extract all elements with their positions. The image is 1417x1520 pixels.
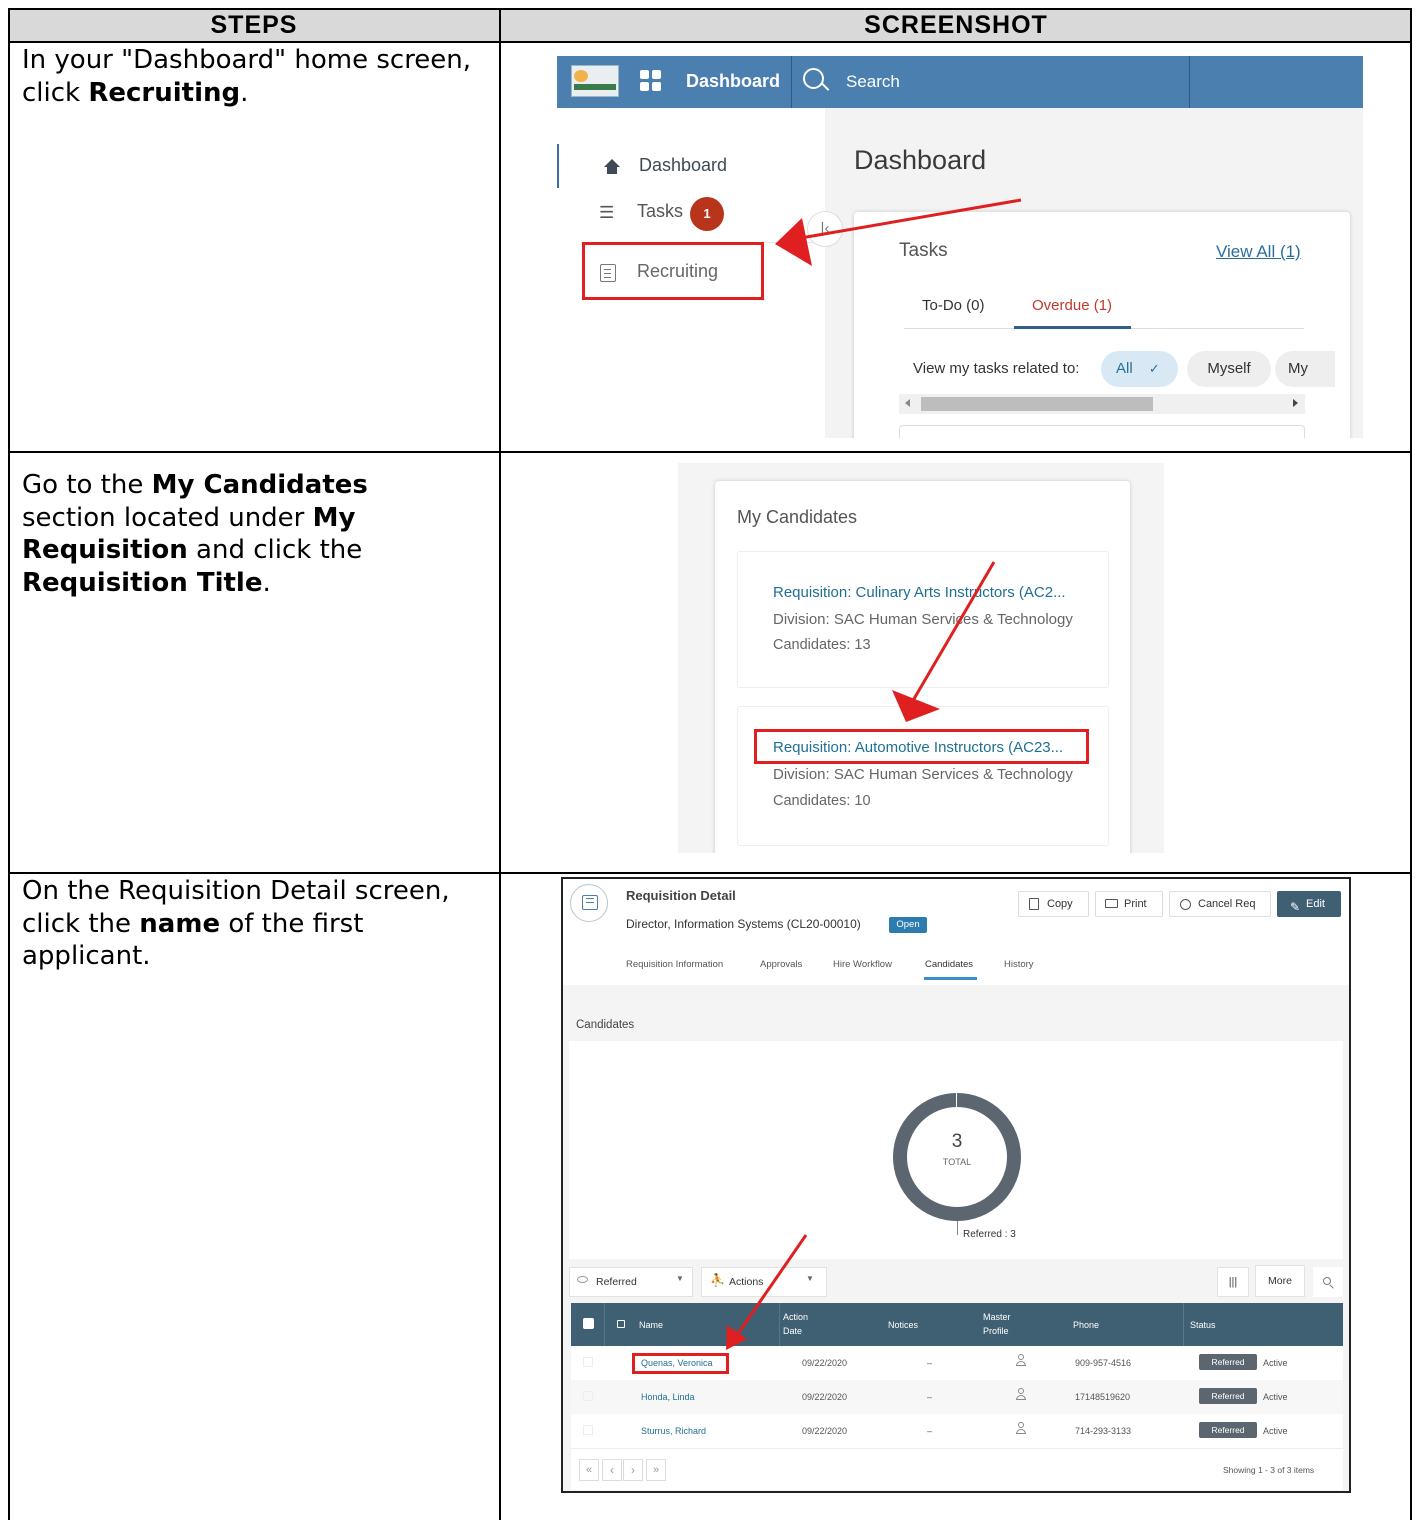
table-row-rule-1 — [8, 451, 1412, 453]
table-row-rule-2 — [8, 872, 1412, 874]
table-border-top — [8, 8, 1412, 10]
step-3-text: On the Requisition Detail screen, click … — [22, 876, 450, 971]
table-border-right — [1410, 8, 1412, 1520]
table-divider-vertical — [499, 8, 501, 1520]
table-header-rule — [8, 41, 1412, 43]
screenshot-header: SCREENSHOT — [501, 9, 1411, 41]
table-border-left — [8, 8, 10, 1520]
step-1-text: In your "Dashboard" home screen, click R… — [22, 45, 472, 108]
step-2-text: Go to the My Candidates section located … — [22, 470, 368, 598]
arrow-to-requisition-title — [892, 561, 996, 722]
arrow-to-recruiting — [775, 198, 1022, 266]
arrow-to-applicant-name — [726, 1234, 808, 1350]
steps-header: STEPS — [9, 9, 499, 41]
